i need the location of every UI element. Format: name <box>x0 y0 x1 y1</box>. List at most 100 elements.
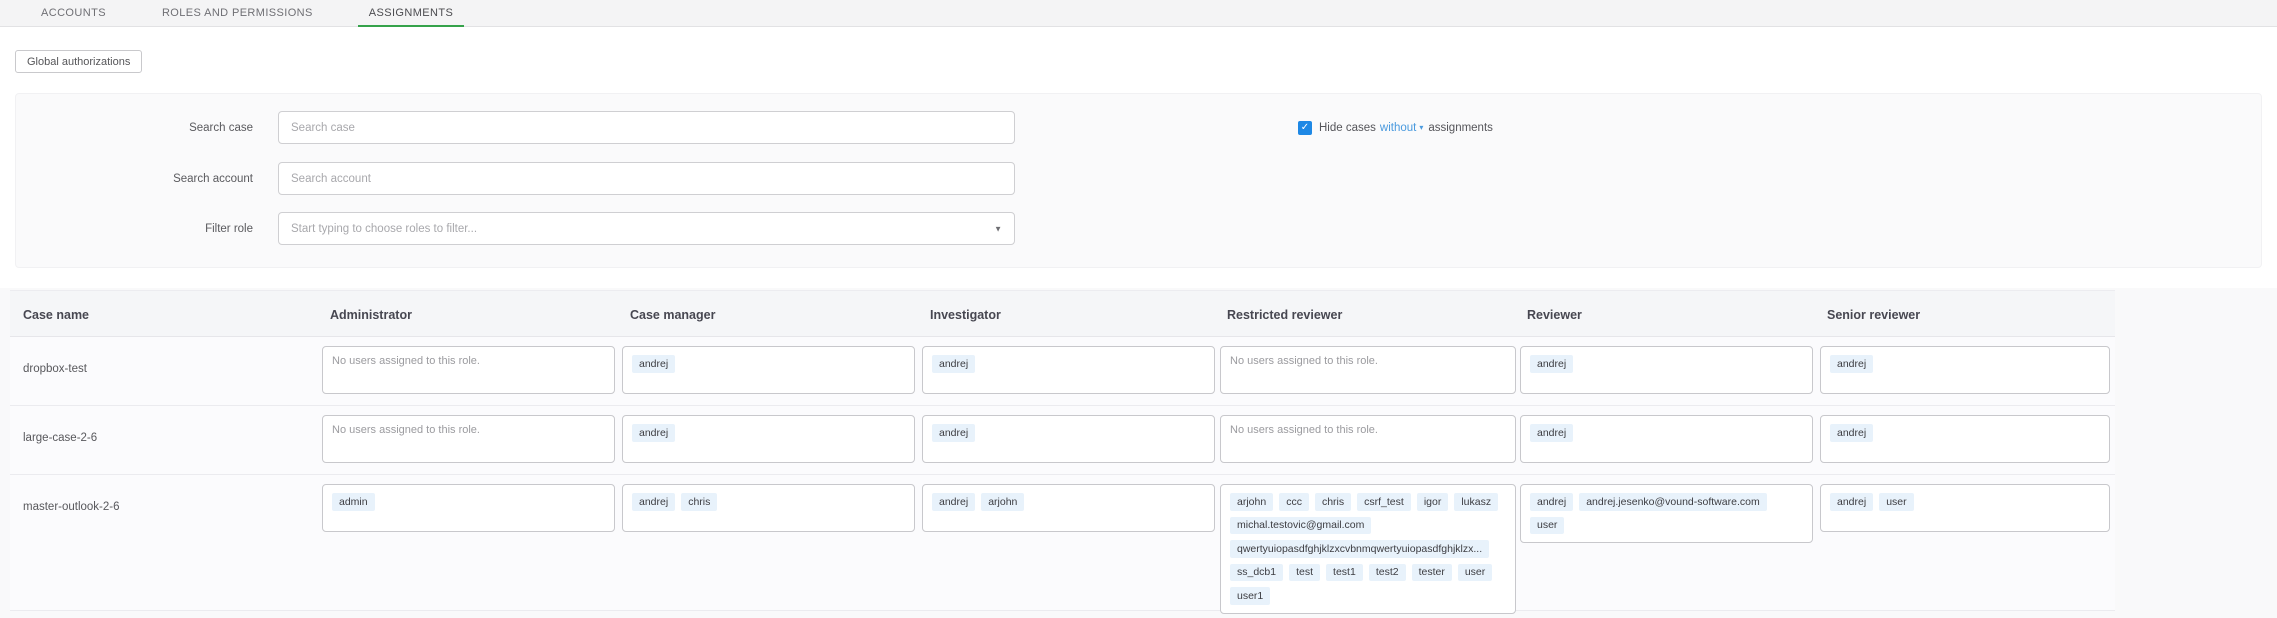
user-tag[interactable]: andrej <box>932 493 975 511</box>
assignment-box[interactable]: andrej <box>1520 346 1813 394</box>
user-tag[interactable]: test2 <box>1369 564 1406 582</box>
checkmark-icon: ✓ <box>1301 123 1309 133</box>
user-tag[interactable]: arjohn <box>981 493 1024 511</box>
assignment-box[interactable]: andrej andrej.jesenko@vound-software.com u… <box>1520 484 1813 543</box>
user-tag[interactable]: andrej <box>1530 355 1573 373</box>
assignment-box[interactable]: andrej <box>922 415 1215 463</box>
user-tag[interactable]: andrej <box>1830 493 1873 511</box>
role-cell: andrej <box>1820 346 2110 394</box>
role-cell: No users assigned to this role. <box>322 415 615 463</box>
table-row: master-outlook-2-6adminandrejchrisandrej… <box>10 475 2115 611</box>
user-tag[interactable]: andrej.jesenko@vound-software.com <box>1579 493 1767 511</box>
role-cell: andrej <box>1520 346 1813 394</box>
table-header: Case name Administrator Case manager Inv… <box>10 290 2115 337</box>
tab-accounts[interactable]: ACCOUNTS <box>30 0 117 27</box>
table-body: dropbox-test No users assigned to this ro… <box>10 337 2115 611</box>
filter-role-label: Filter role <box>16 223 278 235</box>
hide-cases-mode-link[interactable]: without <box>1380 122 1416 134</box>
role-cell: andrej arjohn <box>922 484 1215 532</box>
user-tag[interactable]: andrej <box>1530 424 1573 442</box>
column-header-administrator: Administrator <box>330 291 412 338</box>
filter-role-row: Filter role ▼ <box>16 212 1015 245</box>
assignment-box[interactable]: andrej <box>1520 415 1813 463</box>
assignment-box[interactable]: No users assigned to this role. <box>322 346 615 394</box>
search-case-row: Search case <box>16 111 1015 144</box>
assignment-box[interactable]: andrej <box>622 415 915 463</box>
assignment-box[interactable]: andrej arjohn <box>922 484 1215 532</box>
column-header-case-name: Case name <box>23 291 89 338</box>
tab-bar: ACCOUNTS ROLES AND PERMISSIONS ASSIGNMEN… <box>0 0 2277 27</box>
user-tag[interactable]: qwertyuiopasdfghjklzxcvbnmqwertyuiopasdf… <box>1230 540 1489 558</box>
case-name: dropbox-test <box>23 363 87 375</box>
user-tag[interactable]: igor <box>1417 493 1449 511</box>
user-tag[interactable]: andrej <box>1530 493 1573 511</box>
user-tag[interactable]: andrej <box>632 355 675 373</box>
user-tag[interactable]: user <box>1879 493 1913 511</box>
role-cell: No users assigned to this role. <box>1220 415 1516 463</box>
role-cell: andrej andrej.jesenko@vound-software.com u… <box>1520 484 1813 543</box>
assignment-box[interactable]: No users assigned to this role. <box>1220 346 1516 394</box>
user-tag[interactable]: chris <box>1315 493 1351 511</box>
assignment-box[interactable]: andrej user <box>1820 484 2110 532</box>
column-header-case-manager: Case manager <box>630 291 715 338</box>
hide-cases-label-after: assignments <box>1428 122 1493 134</box>
user-tag[interactable]: user <box>1530 517 1564 535</box>
assignment-box[interactable]: andrej <box>622 346 915 394</box>
role-cell: No users assigned to this role. <box>1220 346 1516 394</box>
empty-role-placeholder: No users assigned to this role. <box>1230 424 1378 436</box>
user-tag[interactable]: andrej <box>932 355 975 373</box>
hide-cases-control: ✓ Hide cases without ▾ assignments <box>1298 111 1493 144</box>
user-tag[interactable]: andrej <box>932 424 975 442</box>
filter-panel: Search case Search account Filter role ▼… <box>15 93 2262 268</box>
user-tag[interactable]: test <box>1289 564 1320 582</box>
user-tag[interactable]: ccc <box>1279 493 1309 511</box>
table-row: large-case-2-6No users assigned to this … <box>10 406 2115 475</box>
user-tag[interactable]: ss_dcb1 <box>1230 564 1283 582</box>
tab-assignments[interactable]: ASSIGNMENTS <box>358 0 464 27</box>
role-cell: andrej chris <box>622 484 915 532</box>
search-case-label: Search case <box>16 122 278 134</box>
empty-role-placeholder: No users assigned to this role. <box>1230 355 1378 367</box>
user-tag[interactable]: csrf_test <box>1357 493 1411 511</box>
role-cell: andrej <box>1520 415 1813 463</box>
user-tag[interactable]: andrej <box>1830 355 1873 373</box>
column-header-restricted-reviewer: Restricted reviewer <box>1227 291 1342 338</box>
table-row: dropbox-test No users assigned to this ro… <box>10 337 2115 406</box>
tab-roles-and-permissions[interactable]: ROLES AND PERMISSIONS <box>151 0 324 27</box>
caret-down-icon[interactable]: ▼ <box>994 224 1002 233</box>
role-cell: arjohn ccc chris csrf_test igor lukasz michal.… <box>1220 484 1516 614</box>
filter-role-select: ▼ <box>278 212 1015 245</box>
user-tag[interactable]: andrej <box>632 424 675 442</box>
role-cell: admin <box>322 484 615 532</box>
assignment-box[interactable]: andrej chris <box>622 484 915 532</box>
assignment-box[interactable]: No users assigned to this role. <box>322 415 615 463</box>
user-tag[interactable]: michal.testovic@gmail.com <box>1230 517 1371 535</box>
assignment-box[interactable]: andrej <box>1820 415 2110 463</box>
user-tag[interactable]: tester <box>1412 564 1452 582</box>
case-name: master-outlook-2-6 <box>23 501 120 513</box>
user-tag[interactable]: test1 <box>1326 564 1363 582</box>
search-case-input[interactable] <box>278 111 1015 144</box>
user-tag[interactable]: user <box>1458 564 1492 582</box>
role-cell: andrej <box>622 415 915 463</box>
assignment-box[interactable]: arjohn ccc chris csrf_test igor lukasz michal.… <box>1220 484 1516 614</box>
hide-cases-label-before: Hide cases <box>1319 122 1376 134</box>
user-tag[interactable]: arjohn <box>1230 493 1273 511</box>
hide-cases-checkbox[interactable]: ✓ <box>1298 121 1312 135</box>
assignment-box[interactable]: admin <box>322 484 615 532</box>
global-authorizations-button[interactable]: Global authorizations <box>15 50 142 73</box>
column-header-investigator: Investigator <box>930 291 1001 338</box>
role-cell: andrej <box>622 346 915 394</box>
user-tag[interactable]: admin <box>332 493 375 511</box>
assignment-box[interactable]: andrej <box>922 346 1215 394</box>
user-tag[interactable]: lukasz <box>1454 493 1498 511</box>
user-tag[interactable]: andrej <box>632 493 675 511</box>
user-tag[interactable]: chris <box>681 493 717 511</box>
caret-down-icon[interactable]: ▾ <box>1419 123 1423 132</box>
user-tag[interactable]: user1 <box>1230 587 1270 605</box>
assignment-box[interactable]: andrej <box>1820 346 2110 394</box>
assignment-box[interactable]: No users assigned to this role. <box>1220 415 1516 463</box>
search-account-input[interactable] <box>278 162 1015 195</box>
filter-role-input[interactable] <box>278 212 1015 245</box>
user-tag[interactable]: andrej <box>1830 424 1873 442</box>
